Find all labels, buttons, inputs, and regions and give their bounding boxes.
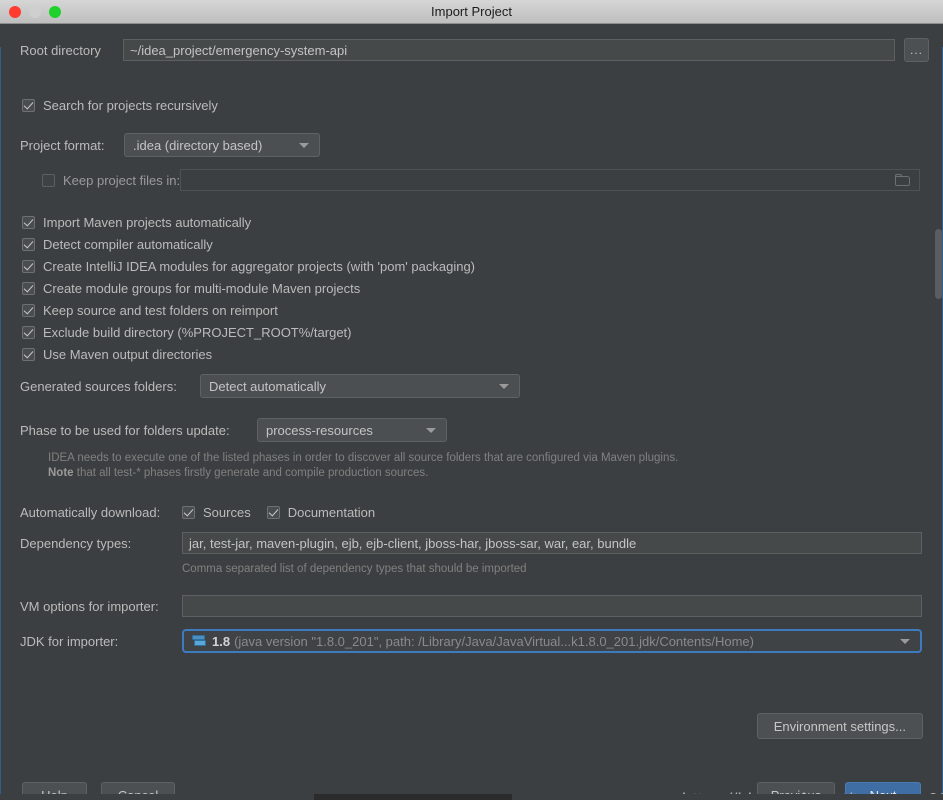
dependency-types-input[interactable]: jar, test-jar, maven-plugin, ejb, ejb-cl… [182,532,922,554]
phase-hint-line-2: Note that all test-* phases firstly gene… [48,466,908,481]
documentation-label: Documentation [287,505,376,520]
option-create-module-groups[interactable]: Create module groups for multi-module Ma… [22,277,475,299]
vertical-scrollbar-thumb[interactable] [935,229,942,299]
project-format-value: .idea (directory based) [133,137,263,153]
browse-root-directory-button[interactable]: ... [904,38,929,62]
project-format-combobox[interactable]: .idea (directory based) [124,133,320,157]
documentation-checkbox[interactable] [266,506,280,519]
option-keep-source-test-folders[interactable]: Keep source and test folders on reimport [22,299,475,321]
dialog-body: Root directory ~/idea_project/emergency-… [0,24,943,800]
window-title: Import Project [431,4,512,19]
option-checkbox[interactable] [22,347,35,361]
root-directory-input[interactable]: ~/idea_project/emergency-system-api [123,39,895,61]
vm-options-label: VM options for importer: [20,598,159,614]
keep-project-files-label: Keep project files in: [63,172,181,188]
phase-update-label: Phase to be used for folders update: [20,422,230,438]
vm-options-input[interactable] [182,595,922,617]
option-checkbox[interactable] [22,259,35,273]
keep-project-files-row: Keep project files in: [0,169,943,191]
jdk-importer-combobox[interactable]: 1.8 (java version "1.8.0_201", path: /Li… [182,629,922,653]
option-exclude-build-directory[interactable]: Exclude build directory (%PROJECT_ROOT%/… [22,321,475,343]
chevron-down-icon [426,427,436,433]
option-label: Create IntelliJ IDEA modules for aggrega… [43,258,476,274]
jdk-disk-icon [192,634,207,648]
phase-hint-line-1: IDEA needs to execute one of the listed … [48,452,679,464]
project-format-row: Project format: .idea (directory based) [0,133,340,157]
jdk-importer-row: JDK for importer: 1.8 (java version "1.8… [0,629,943,653]
window-bottom-strip [0,794,943,800]
option-checkbox[interactable] [22,281,35,295]
jdk-detail: (java version "1.8.0_201", path: /Librar… [234,633,754,649]
option-label: Import Maven projects automatically [43,214,252,230]
environment-settings-button-wrap: Environment settings... [756,713,923,739]
vm-options-row: VM options for importer: [0,595,943,617]
option-label: Keep source and test folders on reimport [43,302,278,318]
option-checkbox[interactable] [22,237,35,251]
phase-update-combobox[interactable]: process-resources [257,418,447,442]
close-window-button[interactable] [9,5,21,18]
root-directory-row: Root directory ~/idea_project/emergency-… [0,38,943,62]
chevron-down-icon [900,638,910,644]
option-checkbox[interactable] [22,325,35,339]
dependency-types-hint: Comma separated list of dependency types… [182,563,527,575]
option-import-maven-auto[interactable]: Import Maven projects automatically [22,211,475,233]
option-detect-compiler[interactable]: Detect compiler automatically [22,233,475,255]
auto-download-row: Automatically download: Sources Document… [0,505,395,520]
option-checkbox[interactable] [22,303,35,317]
generated-sources-label: Generated sources folders: [20,378,177,394]
option-use-maven-output-dirs[interactable]: Use Maven output directories [22,343,475,365]
auto-download-documentation-toggle[interactable]: Documentation [266,505,376,520]
title-bar: Import Project [0,0,943,24]
option-label: Detect compiler automatically [43,236,213,252]
option-label: Exclude build directory (%PROJECT_ROOT%/… [43,324,352,340]
jdk-importer-label: JDK for importer: [20,633,119,649]
chevron-down-icon [299,142,309,148]
generated-sources-value: Detect automatically [209,378,327,394]
search-recursively-row[interactable]: Search for projects recursively [22,98,218,113]
window-controls [0,5,61,18]
jdk-version: 1.8 [212,633,231,649]
folder-icon [895,173,911,187]
keep-project-files-input [180,169,920,191]
search-recursively-checkbox[interactable] [22,99,35,112]
phase-hint-note-rest: that all test-* phases firstly generate … [73,467,429,479]
phase-update-row: Phase to be used for folders update: pro… [0,418,467,442]
phase-hint-text: IDEA needs to execute one of the listed … [48,451,908,481]
keep-project-files-checkbox[interactable] [42,173,55,187]
project-format-label: Project format: [20,137,105,153]
sources-label: Sources [203,505,251,520]
option-checkbox[interactable] [22,215,35,229]
root-directory-label: Root directory [20,42,101,58]
generated-sources-combobox[interactable]: Detect automatically [200,374,520,398]
chevron-down-icon [499,383,509,389]
maven-options-list: Import Maven projects automatically Dete… [22,211,475,365]
sources-checkbox[interactable] [182,506,195,519]
auto-download-label: Automatically download: [20,505,161,520]
option-label: Use Maven output directories [43,346,213,362]
keep-project-files-toggle[interactable]: Keep project files in: [20,173,180,188]
option-label: Create module groups for multi-module Ma… [43,280,361,296]
search-recursively-label: Search for projects recursively [43,98,218,113]
import-project-dialog: Import Project Root directory ~/idea_pro… [0,0,943,800]
option-create-modules-aggregator[interactable]: Create IntelliJ IDEA modules for aggrega… [22,255,475,277]
dependency-types-label: Dependency types: [20,535,132,551]
environment-settings-button[interactable]: Environment settings... [756,713,923,739]
auto-download-sources-toggle[interactable]: Sources [182,505,251,520]
dependency-types-row: Dependency types: jar, test-jar, maven-p… [0,532,943,554]
zoom-window-button[interactable] [49,5,61,18]
minimize-window-button[interactable] [29,5,41,18]
phase-update-value: process-resources [266,422,373,438]
generated-sources-row: Generated sources folders: Detect automa… [0,374,540,398]
phase-hint-note-bold: Note [48,467,74,479]
